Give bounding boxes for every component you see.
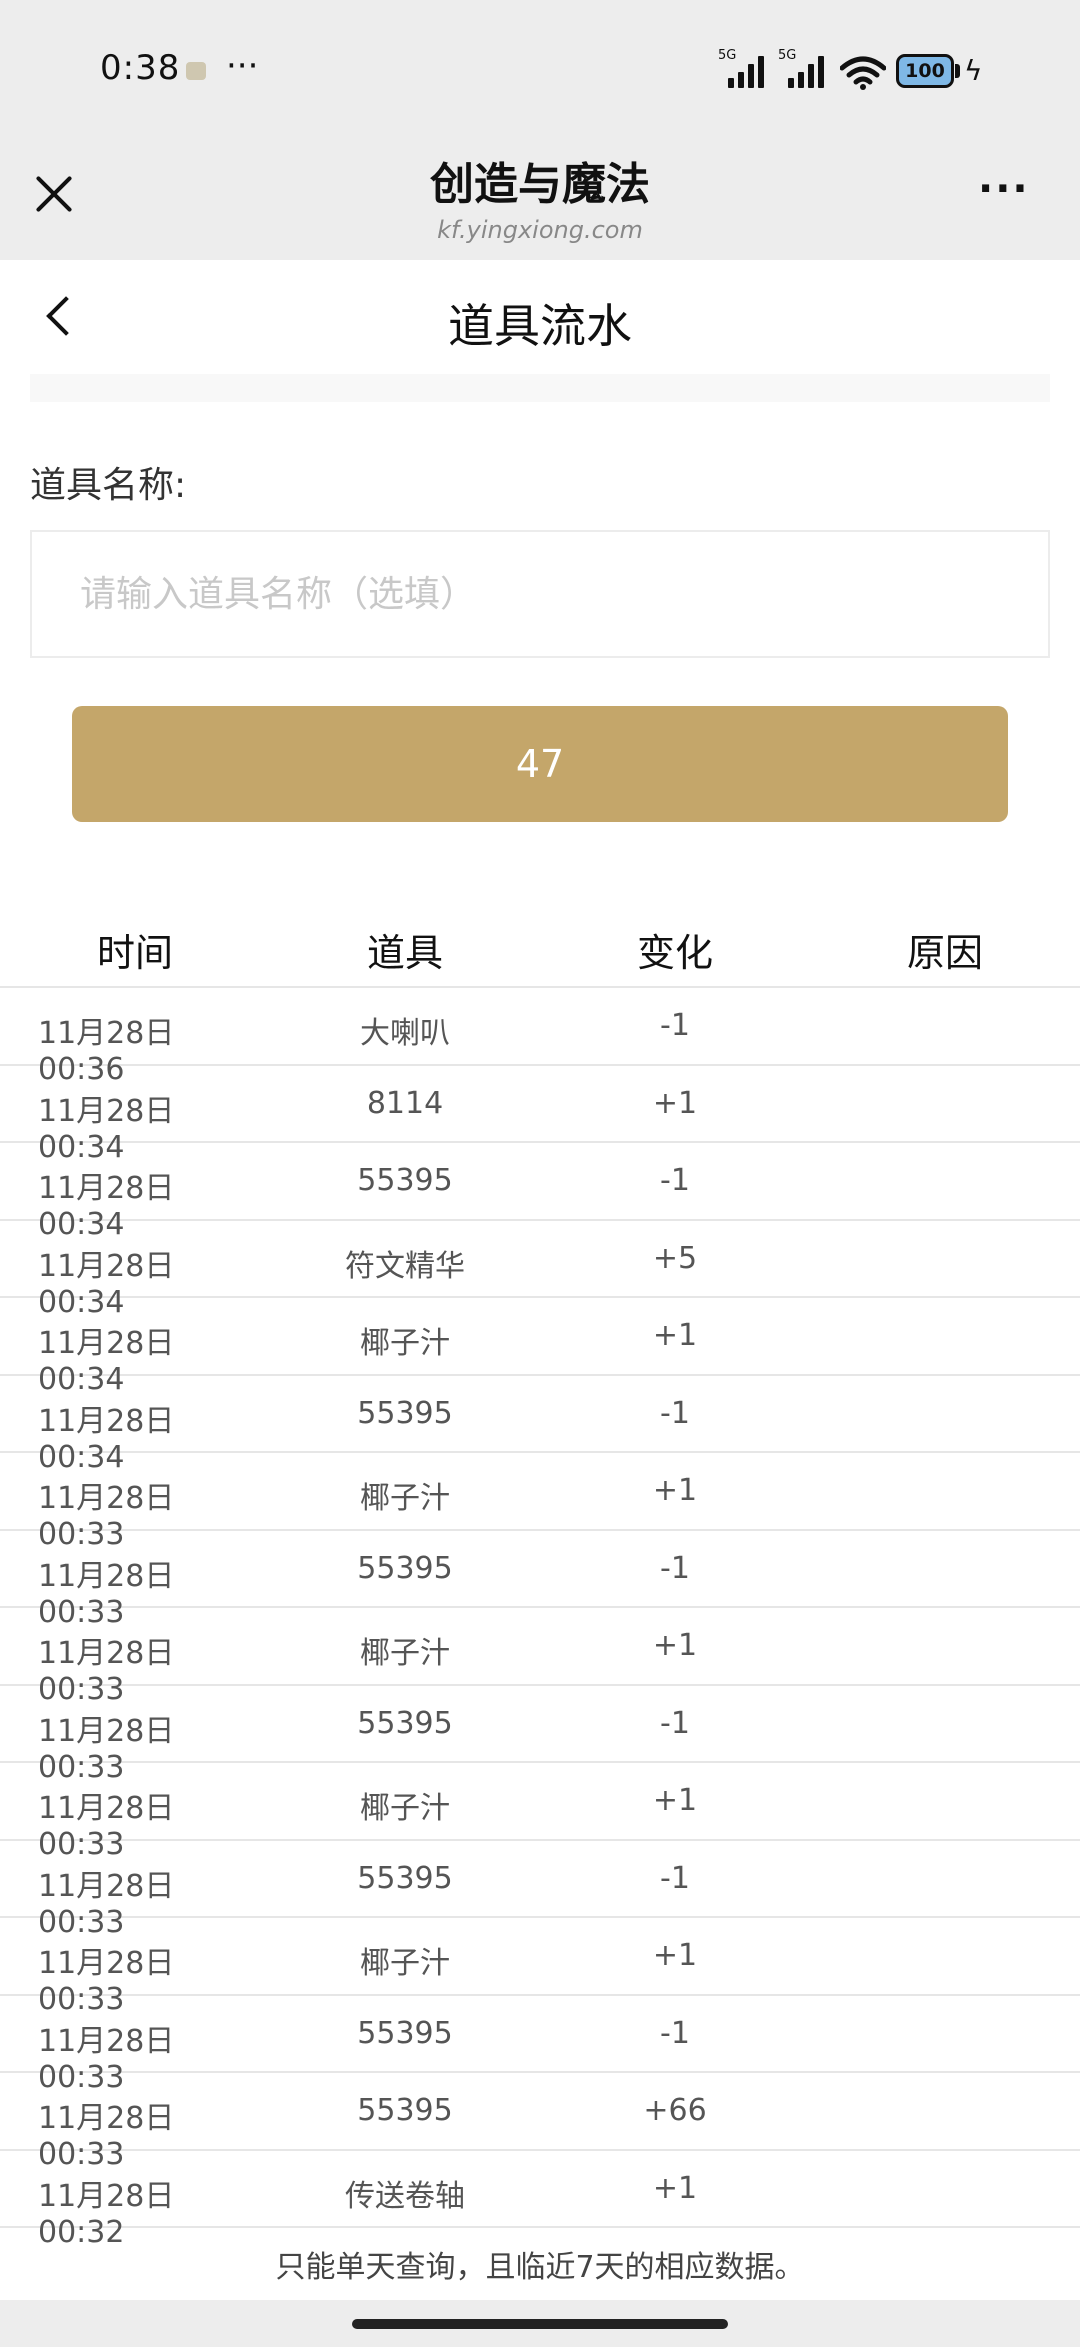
cell-time: 11月28日 00:32 [38,2178,175,2250]
column-header-reason: 原因 [906,931,983,975]
column-header-item: 道具 [366,931,443,975]
table-row: 11月28日 00:36 大喇叭 -1 [0,988,1080,1087]
cell-item: 符文精华 [345,1248,465,1284]
cell-change: +1 [652,1473,698,1508]
table-row: 11月28日 00:34 8114 +1 [0,1066,1080,1165]
item-name-label: 道具名称: [30,465,187,506]
table-row: 11月28日 00:33 55395 -1 [0,1996,1080,2095]
table-row: 11月28日 00:34 符文精华 +5 [0,1221,1080,1320]
status-time: 0:38 [100,48,181,88]
wifi-icon [840,56,886,90]
cell-item: 椰子汁 [360,1636,450,1671]
cell-change: -1 [660,1550,690,1586]
table-row: 11月28日 00:34 55395 -1 [0,1143,1080,1242]
cell-change: +66 [643,2093,707,2128]
footer-note: 只能单天查询，且临近7天的相应数据。 [275,2250,805,2285]
signal-2-icon: 5G [778,48,826,88]
table-row: 11月28日 00:34 椰子汁 +1 [0,1298,1080,1397]
home-indicator[interactable] [352,2319,728,2329]
table-row: 11月28日 00:33 椰子汁 +1 [0,1453,1080,1552]
item-name-input[interactable] [30,530,1050,658]
cell-change: +1 [652,1085,698,1121]
cell-item: 55395 [357,1163,453,1198]
table-row: 11月28日 00:33 55395 -1 [0,1531,1080,1630]
table-row: 11月28日 00:33 55395 -1 [0,1686,1080,1785]
battery-tip [955,64,960,78]
cell-change: +1 [652,1318,698,1353]
app-domain: kf.yingxiong.com [437,216,643,244]
cell-change: +5 [652,1240,698,1276]
wechat-nav-bar: 创造与魔法 kf.yingxiong.com ··· [0,138,1080,260]
cell-item: 椰子汁 [360,1946,450,1981]
section-divider [30,374,1050,402]
cell-item: 55395 [357,2093,453,2128]
cell-change: +1 [652,1783,698,1818]
table-row: 11月28日 00:33 55395 +66 [0,2073,1080,2172]
cell-item: 椰子汁 [360,1481,450,1516]
cell-item: 大喇叭 [360,1016,450,1051]
cell-change: +1 [652,1938,698,1973]
charging-icon: ϟ [964,54,983,87]
cat-notification-icon [186,62,206,80]
cell-change: -1 [660,1008,690,1043]
column-header-time: 时间 [96,931,173,975]
cell-change: +1 [652,1628,698,1663]
more-menu-icon[interactable]: ··· [978,166,1030,212]
cell-item: 55395 [357,2015,453,2051]
page-title: 道具流水 [448,299,632,353]
cell-item: 椰子汁 [360,1326,450,1361]
cell-item: 椰子汁 [360,1791,450,1826]
cell-item: 55395 [357,1860,453,1896]
table-row: 11月28日 00:34 55395 -1 [0,1376,1080,1475]
signal-1-label: 5G [718,48,737,63]
status-bar: 0:38 ··· 5G 5G 100 ϟ [0,0,1080,138]
app-title: 创造与魔法 [430,159,650,210]
cell-item: 8114 [366,1085,444,1121]
table-row: 11月28日 00:32 传送卷轴 +1 [0,2151,1080,2250]
signal-2-label: 5G [778,48,797,63]
query-button[interactable]: 47 [72,706,1008,822]
cell-change: +1 [652,2170,698,2206]
column-header-change: 变化 [636,931,713,975]
cell-change: -1 [660,1163,690,1198]
cell-change: -1 [660,1705,690,1741]
table-header: 时间 道具 变化 原因 [0,900,1080,988]
cell-change: -1 [660,1860,690,1896]
more-notifications-icon: ··· [226,46,259,86]
cell-item: 55395 [357,1395,453,1431]
cell-change: -1 [660,2015,690,2051]
battery-icon: 100 [896,54,954,88]
table-row: 11月28日 00:33 椰子汁 +1 [0,1918,1080,2017]
table-body: 11月28日 00:36 大喇叭 -1 11月28日 00:34 8114 +1 11月… [0,988,1080,2250]
cell-change: -1 [660,1395,690,1431]
cell-item: 传送卷轴 [345,2178,465,2214]
cell-item: 55395 [357,1550,453,1586]
signal-1-icon: 5G [718,48,766,88]
table-row: 11月28日 00:33 椰子汁 +1 [0,1763,1080,1862]
cell-item: 55395 [357,1705,453,1741]
table-row: 11月28日 00:33 椰子汁 +1 [0,1608,1080,1707]
page-header: 道具流水 [0,260,1080,380]
table-row: 11月28日 00:33 55395 -1 [0,1841,1080,1940]
